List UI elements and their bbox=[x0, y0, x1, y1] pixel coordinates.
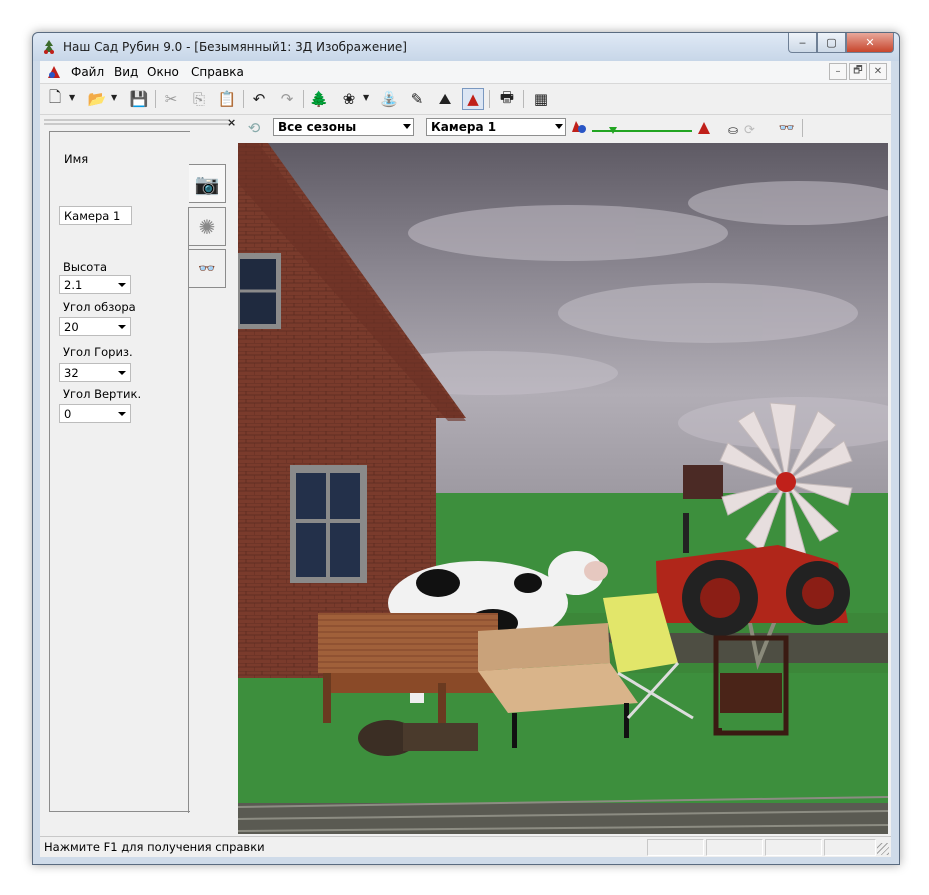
height-select[interactable]: 2.1 bbox=[59, 275, 131, 294]
cut-icon[interactable]: ✂ bbox=[160, 88, 182, 110]
terrain-icon[interactable]: ⛰ bbox=[434, 88, 456, 110]
status-cell bbox=[706, 839, 763, 856]
toolbar-separator bbox=[489, 90, 490, 108]
fov-label: Угол обзора bbox=[63, 300, 136, 314]
minimize-button[interactable]: ‒ bbox=[788, 33, 817, 53]
toolbar-separator bbox=[243, 90, 244, 108]
toolbar-separator bbox=[303, 90, 304, 108]
panel-border bbox=[188, 207, 189, 813]
sun-icon: ✺ bbox=[198, 214, 216, 239]
status-text: Нажмите F1 для получения справки bbox=[44, 840, 265, 854]
3d-viewport[interactable] bbox=[238, 143, 888, 834]
chevron-down-icon bbox=[118, 283, 126, 287]
mdi-restore-button[interactable]: 🗗 bbox=[849, 63, 867, 80]
toolbar-separator bbox=[802, 119, 803, 137]
menu-window[interactable]: Окно bbox=[147, 65, 179, 79]
copy-icon[interactable]: ⎘ bbox=[188, 88, 210, 110]
title-bar[interactable]: Наш Сад Рубин 9.0 - [Безымянный1: 3Д Изо… bbox=[33, 33, 899, 61]
calculator-icon[interactable]: ▦ bbox=[530, 88, 552, 110]
status-cell bbox=[765, 839, 822, 856]
document-icon[interactable] bbox=[46, 64, 62, 80]
tab-camera[interactable]: 📷 bbox=[189, 164, 226, 203]
maximize-button[interactable]: ▢ bbox=[817, 33, 846, 53]
main-toolbar: 🗋 ▼ 📂 ▼ 💾 ✂ ⎘ 📋 ↶ ↷ 🌲 ❀ ▼ ⛲ ✎ ⛰ ▲ 🖶 ▦ bbox=[40, 84, 891, 115]
fov-value: 20 bbox=[64, 320, 79, 334]
app-icon bbox=[44, 40, 54, 54]
season-combo[interactable]: Все сезоны bbox=[273, 118, 414, 136]
status-cell bbox=[824, 839, 876, 856]
glasses-icon[interactable]: 👓 bbox=[776, 117, 798, 139]
svg-text:⛀: ⛀ bbox=[728, 123, 738, 137]
horizontal-angle-select[interactable]: 32 bbox=[59, 363, 131, 382]
horizontal-angle-value: 32 bbox=[64, 366, 79, 380]
vertical-angle-label: Угол Вертик. bbox=[63, 387, 142, 401]
camera-name-field[interactable]: Камера 1 bbox=[59, 206, 132, 225]
light-slider[interactable]: ⛀ ⟳ bbox=[572, 117, 762, 139]
mdi-close-button[interactable]: ✕ bbox=[869, 63, 887, 80]
save-icon[interactable]: 💾 bbox=[128, 88, 150, 110]
undo-icon[interactable]: ↶ bbox=[248, 88, 270, 110]
horizontal-angle-label: Угол Гориз. bbox=[63, 345, 133, 359]
new-icon[interactable]: 🗋 bbox=[44, 88, 66, 110]
print-icon[interactable]: 🖶 bbox=[496, 88, 518, 110]
tab-glasses[interactable]: 👓 bbox=[189, 249, 226, 288]
glasses-icon: 👓 bbox=[198, 260, 216, 277]
open-dropdown-arrow[interactable]: ▼ bbox=[111, 93, 117, 102]
view-toolbar: ⟲ Все сезоны Камера 1 ⛀ ⟳ 👓 bbox=[240, 115, 891, 141]
chevron-down-icon bbox=[403, 124, 411, 129]
height-value: 2.1 bbox=[64, 278, 83, 292]
camera-icon: 📷 bbox=[194, 171, 220, 196]
refresh-icon[interactable]: ⟲ bbox=[243, 117, 265, 139]
camera-combo-value: Камера 1 bbox=[431, 120, 497, 134]
chevron-down-icon bbox=[118, 412, 126, 416]
chevron-down-icon bbox=[555, 124, 563, 129]
menu-help[interactable]: Справка bbox=[191, 65, 244, 79]
svg-text:⟳: ⟳ bbox=[744, 123, 755, 138]
close-button[interactable]: ✕ bbox=[846, 33, 894, 53]
plant-catalog-icon[interactable]: 🌲 bbox=[308, 88, 330, 110]
panel-grip[interactable] bbox=[44, 119, 230, 125]
menu-bar: Файл Вид Окно Справка – 🗗 ✕ bbox=[40, 61, 891, 84]
height-label: Высота bbox=[63, 260, 108, 274]
season-combo-value: Все сезоны bbox=[278, 120, 357, 134]
logs bbox=[358, 720, 478, 756]
flower-icon[interactable]: ❀ bbox=[338, 88, 360, 110]
chevron-down-icon bbox=[118, 325, 126, 329]
window-title: Наш Сад Рубин 9.0 - [Безымянный1: 3Д Изо… bbox=[63, 40, 407, 54]
mdi-minimize-button[interactable]: – bbox=[829, 63, 847, 80]
garden-scene bbox=[238, 143, 888, 834]
status-bar: Нажмите F1 для получения справки bbox=[40, 836, 891, 857]
redo-icon[interactable]: ↷ bbox=[276, 88, 298, 110]
client-area: Файл Вид Окно Справка – 🗗 ✕ 🗋 ▼ 📂 ▼ 💾 ✂ … bbox=[40, 61, 891, 857]
camera-combo[interactable]: Камера 1 bbox=[426, 118, 566, 136]
name-label: Имя bbox=[64, 152, 89, 166]
objects-icon[interactable]: ⛲ bbox=[378, 88, 400, 110]
status-cell bbox=[647, 839, 704, 856]
vertical-angle-select[interactable]: 0 bbox=[59, 404, 131, 423]
chevron-down-icon bbox=[118, 371, 126, 375]
fov-select[interactable]: 20 bbox=[59, 317, 131, 336]
app-window: Наш Сад Рубин 9.0 - [Безымянный1: 3Д Изо… bbox=[32, 32, 900, 865]
panel-close-icon[interactable]: × bbox=[227, 116, 236, 129]
new-dropdown-arrow[interactable]: ▼ bbox=[69, 93, 75, 102]
tab-sun[interactable]: ✺ bbox=[189, 207, 226, 246]
flower-dropdown-arrow[interactable]: ▼ bbox=[363, 93, 369, 102]
toolbar-separator bbox=[523, 90, 524, 108]
vertical-angle-value: 0 bbox=[64, 407, 72, 421]
camera-properties-panel: Имя bbox=[49, 131, 190, 812]
3d-view-icon[interactable]: ▲ bbox=[462, 88, 484, 110]
resize-grip[interactable] bbox=[877, 843, 889, 855]
toolbar-separator bbox=[155, 90, 156, 108]
notes-icon[interactable]: ✎ bbox=[406, 88, 428, 110]
menu-file[interactable]: Файл bbox=[71, 65, 104, 79]
menu-view[interactable]: Вид bbox=[114, 65, 138, 79]
paste-icon[interactable]: 📋 bbox=[216, 88, 238, 110]
open-icon[interactable]: 📂 bbox=[86, 88, 108, 110]
